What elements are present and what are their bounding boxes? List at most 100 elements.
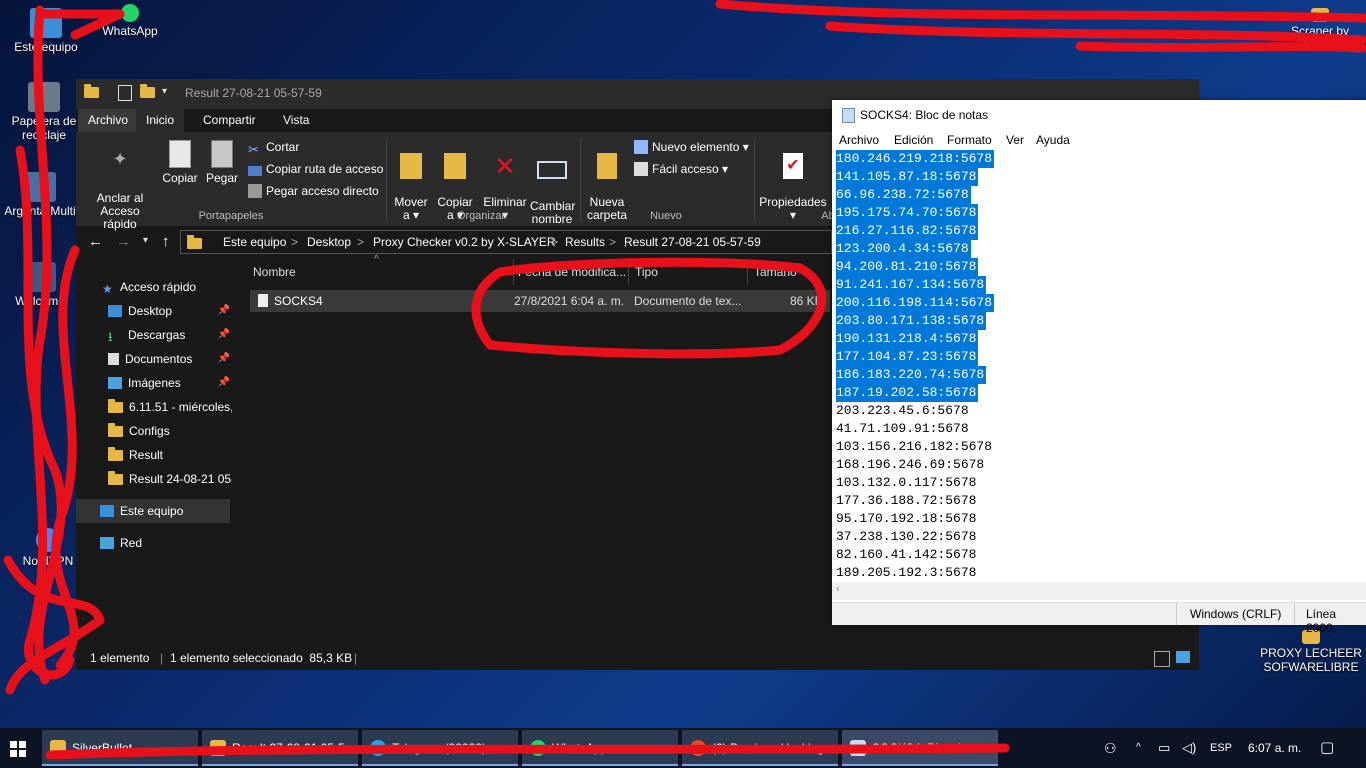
delete-x-icon: ✕ — [494, 151, 516, 181]
language-indicator[interactable]: ESP — [1210, 728, 1232, 768]
breadcrumb-desktop[interactable]: Desktop — [307, 230, 351, 254]
taskbar-item-notepad[interactable]: SOCKS4: Bloc de notas — [842, 730, 998, 766]
copy-path-button[interactable]: Copiar ruta de acceso — [248, 162, 383, 176]
people-icon[interactable]: ⚇ — [1104, 728, 1117, 768]
taskbar-item-silverbullet[interactable]: SilverBullet — [42, 730, 198, 766]
cut-label: Cortar — [266, 140, 300, 154]
menu-ver[interactable]: Ver — [1006, 130, 1024, 150]
menu-edicion[interactable]: Edición — [894, 130, 933, 150]
easy-access-button[interactable]: Fácil acceso ▾ — [634, 162, 728, 176]
rename-icon — [537, 161, 567, 179]
notepad-line: 187.19.202.58:5678 — [836, 384, 979, 402]
network-icon[interactable]: ▭ — [1158, 728, 1170, 768]
nav-item-result[interactable]: Result — [108, 443, 232, 467]
back-arrow-icon[interactable]: ← — [88, 233, 103, 250]
desktop-icon-papelera[interactable]: Papelera de reciclaje — [6, 82, 82, 142]
paste-shortcut-button[interactable]: Pegar acceso directo — [248, 184, 379, 198]
copy-button[interactable]: Copiar — [160, 140, 200, 185]
taskbar: SilverBullet Result 27-08-21 05-5... Tel… — [0, 728, 1366, 768]
notepad-line: 103.156.216.182:5678 — [836, 439, 993, 454]
tab-vista[interactable]: Vista — [273, 109, 319, 132]
tab-inicio[interactable]: Inicio — [136, 109, 185, 132]
column-header-date[interactable]: Fecha de modifica... — [513, 259, 626, 285]
nav-item-configs[interactable]: Configs — [108, 419, 232, 443]
menu-formato[interactable]: Formato — [947, 130, 992, 150]
chevron-up-icon[interactable]: ^ — [1136, 728, 1141, 768]
breadcrumb-results[interactable]: Results — [565, 230, 605, 254]
nav-item-imagenes[interactable]: Imágenes 📌 — [108, 371, 232, 395]
folder-icon — [108, 447, 123, 461]
pin-quick-access-button[interactable]: ✦ Anclar al Acceso rápido — [82, 140, 158, 231]
vpn-icon — [36, 528, 60, 552]
desktop-icon-scraper[interactable]: Scraper by Diablo — [1276, 8, 1364, 52]
recent-chevron-icon[interactable]: ▾ — [143, 235, 148, 246]
details-view-icon[interactable] — [1154, 651, 1170, 667]
tab-compartir[interactable]: Compartir — [193, 109, 266, 132]
nav-este-equipo[interactable]: Este equipo — [76, 499, 230, 523]
column-header-name[interactable]: Nombre — [253, 259, 296, 285]
chevron-down-icon[interactable]: ▾ — [162, 86, 167, 97]
whatsapp-icon — [121, 4, 139, 22]
windows-start-icon[interactable] — [10, 741, 26, 757]
desktop-icon-argenta[interactable]: Argenta-Multi — [2, 172, 78, 218]
window-title: Result 27-08-21 05-57-59 — [185, 86, 322, 100]
desktop-icon-nordvpn[interactable]: NordVPN — [10, 528, 86, 568]
taskbar-item-whatsapp[interactable]: WhatsApp — [522, 730, 678, 766]
tab-archivo[interactable]: Archivo — [78, 109, 139, 132]
navigation-pane: ★ Acceso rápido Desktop 📌 ⭳ Descargas 📌 Docu… — [76, 259, 234, 645]
nav-item-folder[interactable]: 6.11.51 - miércoles, — [108, 395, 232, 419]
notepad-icon — [850, 740, 866, 756]
breadcrumb-proxy-checker[interactable]: Proxy Checker v0.2 by X-SLAYER — [373, 230, 556, 254]
status-bar: 1 elemento | 1 elemento seleccionado 85,… — [76, 646, 1199, 670]
properties-qat-icon[interactable] — [118, 85, 132, 101]
taskbar-item-telegram[interactable]: Telegram (33333) — [362, 730, 518, 766]
volume-icon[interactable]: ◁) — [1182, 728, 1196, 768]
new-item-button[interactable]: Nuevo elemento ▾ — [634, 140, 749, 154]
new-folder-qat-icon[interactable] — [140, 84, 156, 101]
nav-label: Red — [120, 536, 143, 550]
file-row-socks4[interactable]: SOCKS4 27/8/2021 6:04 a. m. Documento de… — [250, 290, 830, 312]
taskbar-item-browser[interactable]: (2) Proxies - Hacking... — [682, 730, 838, 766]
notepad-line: 195.175.74.70:5678 — [836, 204, 979, 222]
scroll-left-icon[interactable]: ‹ — [836, 583, 840, 595]
move-icon — [400, 153, 422, 179]
nav-label: Acceso rápido — [120, 280, 197, 294]
notepad-text-area[interactable]: 180.246.219.218:5678 141.105.87.18:5678 66… — [832, 150, 1366, 582]
paste-button[interactable]: Pegar — [202, 140, 242, 185]
notepad-line: 177.36.188.72:5678 — [836, 493, 977, 508]
breadcrumb-este-equipo[interactable]: Este equipo — [223, 230, 286, 254]
status-selected: 1 elemento seleccionado 85,3 KB — [170, 651, 353, 665]
group-label-organize: Organizar — [456, 210, 506, 222]
menu-ayuda[interactable]: Ayuda — [1036, 130, 1070, 150]
column-header-type[interactable]: Tipo — [628, 259, 658, 285]
nav-quick-access[interactable]: ★ Acceso rápido — [102, 275, 258, 299]
nav-item-desktop[interactable]: Desktop 📌 — [108, 299, 232, 323]
forward-arrow-icon[interactable]: → — [116, 233, 131, 250]
tiles-view-icon[interactable] — [1176, 651, 1190, 663]
taskbar-item-explorer[interactable]: Result 27-08-21 05-5... — [202, 730, 358, 766]
desktop-icon-welcome[interactable]: Welcome — [2, 262, 78, 308]
notepad-line: 177.104.87.23:5678 — [836, 348, 979, 366]
notepad-title: SOCKS4: Bloc de notas — [860, 108, 989, 122]
notifications-icon[interactable]: ▢ — [1320, 728, 1334, 768]
nav-red[interactable]: Red — [100, 531, 256, 555]
horizontal-scrollbar[interactable]: ‹ — [832, 582, 1366, 600]
desktop-icon-proxy-lecheer[interactable]: PROXY LECHEER SOFWARELIBRE — [1258, 630, 1364, 674]
network-icon — [100, 537, 114, 549]
download-icon: ⭳ — [108, 329, 113, 344]
address-bar[interactable]: Este equipo > Desktop > Proxy Checker v0… — [180, 230, 832, 254]
breadcrumb-result-folder[interactable]: Result 27-08-21 05-57-59 — [624, 230, 761, 254]
paste-icon — [211, 140, 233, 168]
nav-item-documentos[interactable]: Documentos 📌 — [108, 347, 232, 371]
nav-item-descargas[interactable]: ⭳ Descargas 📌 — [108, 323, 232, 347]
desktop-icon-whatsapp[interactable]: WhatsApp — [92, 4, 168, 38]
menu-archivo[interactable]: Archivo — [839, 130, 879, 150]
column-header-size[interactable]: Tamaño — [747, 259, 797, 285]
clock[interactable]: 6:07 a. m. — [1248, 728, 1301, 768]
notepad-line: 95.170.192.18:5678 — [836, 511, 977, 526]
up-arrow-icon[interactable]: ↑ — [162, 233, 170, 250]
cut-button[interactable]: ✂ Cortar — [248, 140, 300, 157]
desktop-icon-este-equipo[interactable]: Este equipo — [8, 8, 84, 54]
nav-item-result-24[interactable]: Result 24-08-21 05-4 — [108, 467, 232, 491]
notepad-titlebar[interactable]: SOCKS4: Bloc de notas — [832, 100, 1366, 130]
